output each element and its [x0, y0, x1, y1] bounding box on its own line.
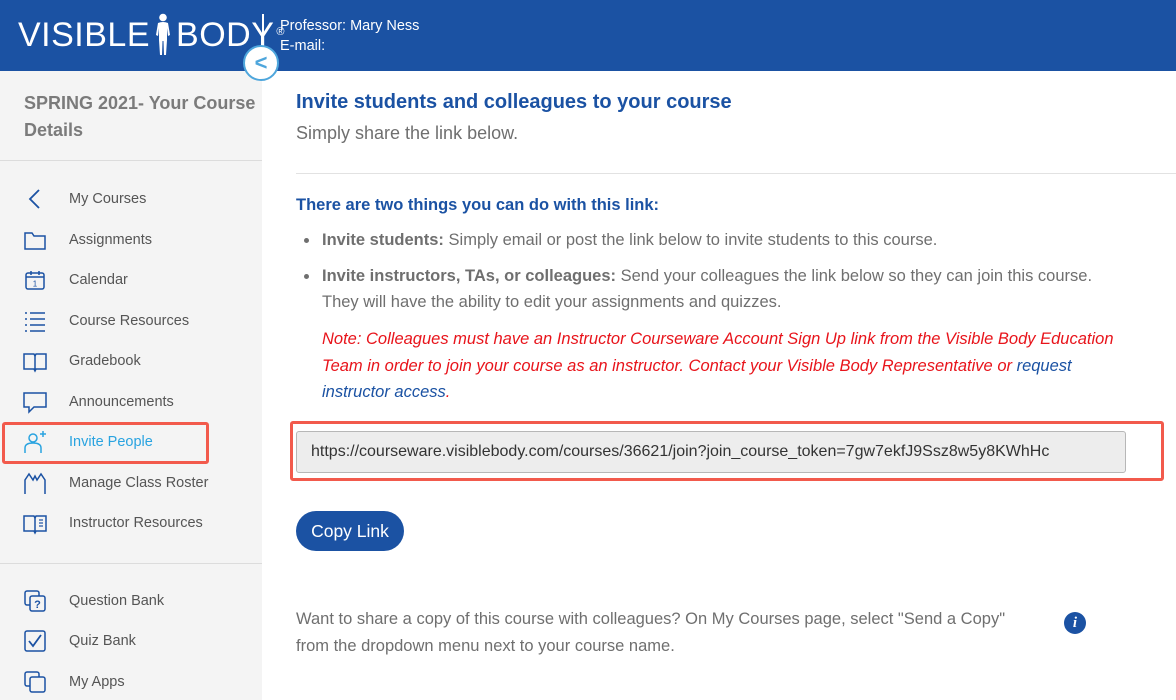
sidebar-item-gradebook[interactable]: Gradebook [0, 343, 262, 379]
instructions-list: Invite students: Simply email or post th… [296, 227, 1126, 325]
sidebar-divider [0, 160, 262, 161]
sidebar-item-quiz-bank[interactable]: Quiz Bank [0, 623, 262, 659]
chevron-left-icon [22, 186, 48, 212]
sidebar-item-course-resources[interactable]: Course Resources [0, 303, 262, 339]
note-text: Note: Colleagues must have an Instructor… [322, 330, 1114, 375]
content-divider [296, 173, 1176, 174]
sidebar-item-manage-class-roster[interactable]: Manage Class Roster [0, 465, 262, 501]
sidebar-item-label: My Courses [69, 191, 147, 207]
professor-info: Professor: Mary Ness E-mail: [280, 16, 419, 56]
top-header: VISIBLE BODY ® Professor: Mary Ness E-ma… [0, 0, 1176, 71]
question-icon: ? [22, 588, 48, 614]
join-link-input[interactable] [296, 431, 1126, 473]
sidebar-item-question-bank[interactable]: ? Question Bank [0, 583, 262, 619]
list-icon [22, 308, 48, 334]
calendar-icon: 1 [22, 267, 48, 293]
share-copy-note: Want to share a copy of this course with… [296, 610, 1006, 655]
bullet-text: Simply email or post the link below to i… [443, 231, 938, 249]
sidebar: SPRING 2021- Your Course Details My Cour… [0, 71, 262, 700]
add-person-icon [22, 429, 48, 455]
collapse-sidebar-button[interactable]: < [243, 45, 279, 81]
list-item: Invite students: Simply email or post th… [296, 227, 1126, 253]
bullet-heading: Invite students: [322, 231, 444, 249]
sidebar-item-label: Assignments [69, 232, 153, 248]
instructor-note: Note: Colleagues must have an Instructor… [322, 326, 1132, 406]
page-subtitle: Simply share the link below. [296, 123, 519, 143]
sidebar-item-label: Gradebook [69, 353, 141, 369]
sidebar-item-calendar[interactable]: 1 Calendar [0, 262, 262, 298]
sidebar-item-label: Calendar [69, 272, 128, 288]
visible-body-logo[interactable]: VISIBLE BODY ® [18, 12, 285, 58]
section-heading: There are two things you can do with thi… [296, 196, 660, 214]
sidebar-divider [0, 563, 262, 564]
sidebar-item-label: Invite People [69, 434, 153, 450]
list-item: Invite instructors, TAs, or colleagues: … [296, 263, 1126, 315]
human-figure-icon [156, 13, 171, 55]
copy-link-button[interactable]: Copy Link [296, 511, 404, 551]
sidebar-item-label: Announcements [69, 394, 174, 410]
sidebar-item-label: My Apps [69, 674, 125, 690]
sidebar-item-label: Quiz Bank [69, 633, 136, 649]
svg-text:1: 1 [33, 280, 38, 289]
folder-icon [22, 227, 48, 253]
apps-icon [22, 669, 48, 695]
sidebar-item-label: Course Resources [69, 313, 190, 329]
svg-text:?: ? [34, 599, 41, 611]
sidebar-item-my-courses[interactable]: My Courses [0, 181, 262, 217]
sidebar-item-my-apps[interactable]: My Apps [0, 664, 262, 700]
professor-email-label: E-mail: [280, 38, 326, 54]
logo-text-visible: VISIBLE [18, 15, 151, 54]
note-end: . [445, 383, 451, 401]
main-content: Invite students and colleagues to your c… [262, 71, 1176, 700]
sidebar-item-label: Instructor Resources [69, 515, 203, 531]
sidebar-item-invite-people[interactable]: Invite People [0, 424, 262, 460]
sidebar-item-label: Question Bank [69, 593, 165, 609]
page-title: Invite students and colleagues to your c… [296, 91, 732, 113]
course-title: SPRING 2021- Your Course Details [24, 93, 256, 140]
book-icon [22, 348, 48, 374]
sidebar-item-announcements[interactable]: Announcements [0, 384, 262, 420]
instructor-book-icon [22, 510, 48, 536]
checkbox-icon [22, 628, 48, 654]
sidebar-item-assignments[interactable]: Assignments [0, 222, 262, 258]
speech-bubble-icon [22, 389, 48, 415]
professor-name: Professor: Mary Ness [280, 18, 420, 34]
roster-icon [22, 470, 48, 496]
sidebar-item-label: Manage Class Roster [69, 475, 209, 491]
info-icon[interactable]: i [1064, 612, 1086, 634]
sidebar-item-instructor-resources[interactable]: Instructor Resources [0, 505, 262, 541]
bullet-heading: Invite instructors, TAs, or colleagues: [322, 267, 617, 285]
